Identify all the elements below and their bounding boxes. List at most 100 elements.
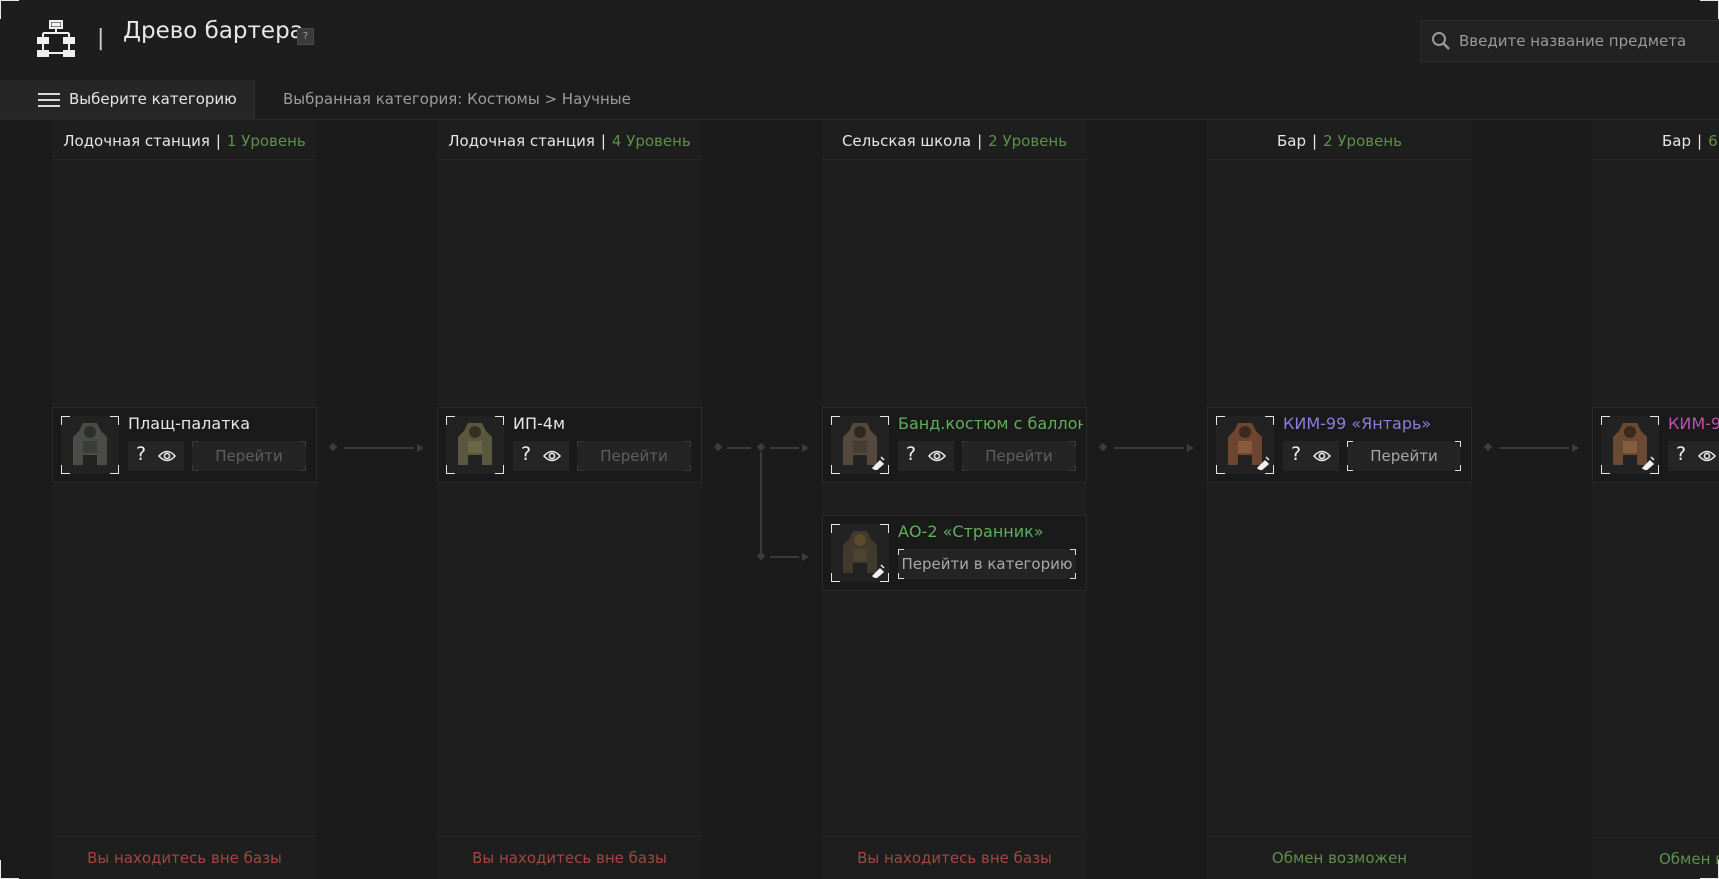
go-button[interactable]: Перейти [192,441,306,471]
column-1: Лодочная станция | 1 Уровень Вы находитесь… [52,120,317,879]
item-actions: ? [128,441,184,471]
frame-corner [0,860,19,879]
connector-line [1499,447,1569,449]
item-card[interactable]: Банд.костюм с баллон.. ? Перейти [822,407,1087,483]
item-name: АО-2 «Странник» [898,522,1044,541]
item-card[interactable]: ИП-4м ? Перейти [437,407,702,483]
select-category-button[interactable]: Выберите категорию [0,80,255,119]
item-card[interactable]: Плащ-палатка ? Перейти [52,407,317,483]
go-button-label: Перейти [600,447,668,465]
category-bar: Выберите категорию Выбранная категория: … [0,80,1719,120]
trade-status: Обмен возможен [1207,836,1472,879]
item-thumbnail[interactable] [1216,416,1274,474]
search-input[interactable] [1459,21,1714,61]
connector-arrow [802,553,809,561]
go-button[interactable]: Перейти [1347,441,1461,471]
column-4: Бар | 2 Уровень Обмен возможен [1207,120,1472,879]
column-5: Бар | 6 Обмен в [1592,120,1719,879]
item-actions: ? [898,441,954,471]
item-help-button[interactable]: ? [906,443,916,465]
item-name: ИП-4м [513,414,566,433]
item-help-button[interactable]: ? [1676,443,1686,465]
location-level: 6 [1708,132,1718,150]
location-name: Бар [1277,132,1307,150]
item-actions: ? [1283,441,1339,471]
go-button[interactable]: Перейти [577,441,691,471]
go-to-category-label: Перейти в категорию [901,555,1073,573]
go-button[interactable]: Перейти [962,441,1076,471]
select-category-label: Выберите категорию [69,90,237,108]
go-button-label: Перейти [1370,447,1438,465]
column-header: Сельская школа | 2 Уровень [822,120,1087,160]
connector-arrow [802,444,809,452]
item-help-button[interactable]: ? [1291,443,1301,465]
column-header: Бар | 2 Уровень [1207,120,1472,160]
connector-node [713,442,723,452]
location-level: 4 Уровень [611,132,691,150]
frame-corner [0,0,19,19]
upgrade-icon [1256,456,1270,470]
connector-line [770,556,799,558]
header-separator: | [97,26,105,51]
connector-arrow [1187,444,1194,452]
breadcrumb: Выбранная категория: Костюмы > Научные [283,90,631,108]
go-button-label: Перейти [215,447,283,465]
eye-icon[interactable] [928,449,946,463]
upgrade-icon [1641,456,1655,470]
column-header: Лодочная станция | 4 Уровень [437,120,702,160]
connector-node [756,442,766,452]
item-actions: ? [513,441,569,471]
suit-icon [73,423,107,465]
location-name: Лодочная станция [448,132,595,150]
location-level: 2 Уровень [1323,132,1402,150]
title-help-icon[interactable]: ? [297,28,314,45]
eye-icon[interactable] [158,449,176,463]
connector-node [756,551,766,561]
location-level: 2 Уровень [988,132,1068,150]
item-card[interactable]: КИМ-99 «Янтарь» ? Перейти [1207,407,1472,483]
location-name: Бар [1662,132,1692,150]
connector-line [344,447,414,449]
frame-corner [1700,0,1719,19]
connector-arrow [417,444,424,452]
item-thumbnail[interactable] [1601,416,1659,474]
item-thumbnail[interactable] [831,524,889,582]
page-title: Древо бартера [123,18,304,44]
connector-line [727,447,751,449]
column-3: Сельская школа | 2 Уровень Вы находитесь в… [822,120,1087,879]
item-help-button[interactable]: ? [136,443,146,465]
column-2: Лодочная станция | 4 Уровень Вы находитесь… [437,120,702,879]
item-help-button[interactable]: ? [521,443,531,465]
eye-icon[interactable] [1698,449,1716,463]
item-card-clip: КИМ-9 ? [1592,407,1719,483]
location-name: Сельская школа [841,132,972,150]
item-thumbnail[interactable] [446,416,504,474]
eye-icon[interactable] [543,449,561,463]
connector-arrow [1572,444,1579,452]
app-header: | Древо бартера ? [0,0,1719,81]
go-button-label: Перейти [985,447,1053,465]
eye-icon[interactable] [1313,449,1331,463]
go-to-category-button[interactable]: Перейти в категорию [898,549,1076,579]
connector-node [1098,442,1108,452]
item-thumbnail[interactable] [831,416,889,474]
item-thumbnail[interactable] [61,416,119,474]
location-level: 1 Уровень [226,132,306,150]
item-card[interactable]: КИМ-9 ? [1592,407,1719,483]
item-name: КИМ-99 «Янтарь» [1283,414,1432,433]
search-box[interactable] [1420,20,1719,62]
connector-line [1114,447,1184,449]
barter-tree-logo-icon [37,20,75,57]
frame-corner [1700,860,1719,879]
item-card[interactable]: АО-2 «Странник» Перейти в категорию [822,515,1087,591]
connector-node [328,442,338,452]
column-header: Лодочная станция | 1 Уровень [52,120,317,160]
upgrade-icon [871,456,885,470]
connector-branch-line [760,452,762,553]
item-name: Плащ-палатка [128,414,250,433]
item-actions: ? [1668,441,1719,471]
trade-status: Вы находитесь вне базы [822,836,1087,879]
connector-line [770,447,799,449]
trade-status: Вы находитесь вне базы [52,836,317,879]
trade-status: Вы находитесь вне базы [437,836,702,879]
